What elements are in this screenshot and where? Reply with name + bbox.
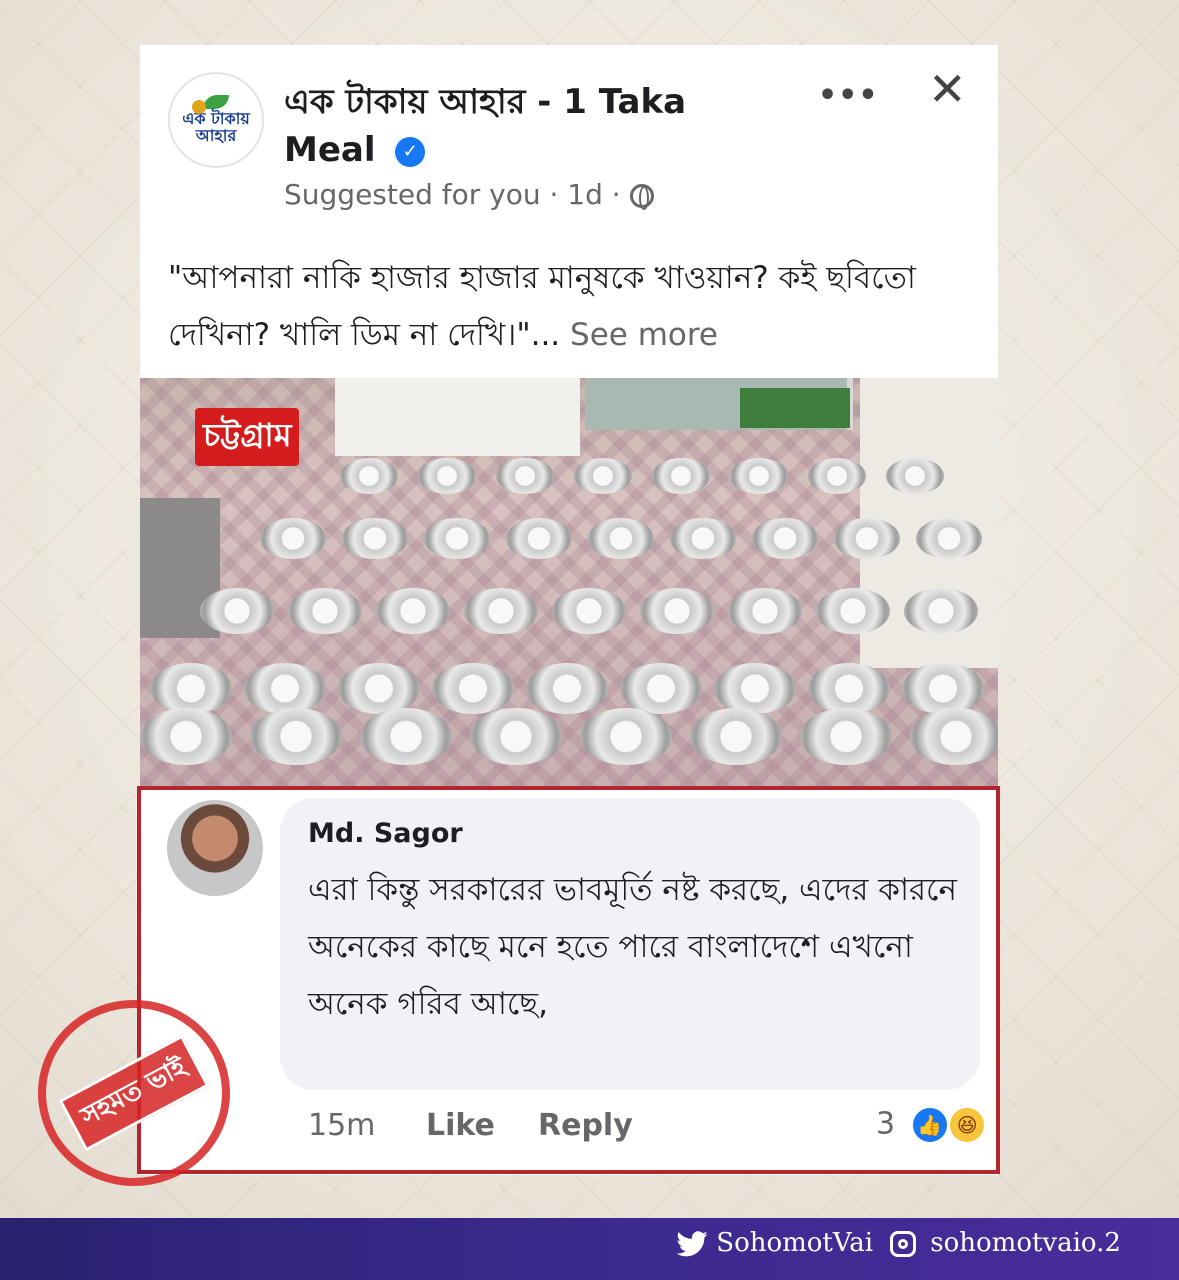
page-name[interactable]: এক টাকায় আহার - 1 Taka Meal ✓ — [284, 78, 744, 174]
post-meta-text: Suggested for you · 1d · — [284, 178, 621, 211]
twitter-icon — [676, 1231, 708, 1257]
footer-twitter[interactable]: SohomotVai — [676, 1228, 873, 1258]
photo-location-label: চট্টগ্রাম — [195, 408, 300, 466]
food-plate — [244, 663, 326, 714]
food-plate — [752, 518, 818, 559]
food-plate — [418, 458, 476, 494]
reaction-count: 3 — [876, 1106, 896, 1142]
instagram-handle: sohomotvaio.2 — [930, 1228, 1121, 1258]
haha-reaction-icon: 😆 — [948, 1106, 987, 1144]
food-plate — [376, 588, 450, 634]
food-plate — [464, 588, 538, 634]
food-plate — [552, 588, 626, 634]
like-reaction-icon: 👍 — [910, 1106, 949, 1144]
commenter-name[interactable]: Md. Sagor — [308, 818, 463, 849]
post-text: "আপনারা নাকি হাজার হাজার মানুষকে খাওয়ান… — [168, 250, 983, 364]
food-plate — [526, 663, 608, 714]
food-plate — [260, 518, 326, 559]
food-plate — [200, 588, 274, 634]
avatar-logo-text: এক টাকায় আহার — [182, 109, 250, 145]
food-plate — [902, 663, 984, 714]
food-plate — [652, 458, 710, 494]
food-plate — [496, 458, 554, 494]
food-plate — [670, 518, 736, 559]
food-plate — [470, 708, 562, 765]
food-plate — [424, 518, 490, 559]
food-plate — [834, 518, 900, 559]
photo-green-panel — [740, 388, 850, 428]
close-icon[interactable]: ✕ — [928, 62, 967, 116]
commenter-avatar[interactable] — [167, 800, 263, 896]
food-plate — [904, 588, 978, 634]
food-plate — [588, 518, 654, 559]
food-plate — [250, 708, 342, 765]
food-plate — [730, 458, 788, 494]
more-options-icon[interactable]: ••• — [818, 78, 879, 113]
food-plate — [580, 708, 672, 765]
food-plate — [714, 663, 796, 714]
logo-leaf — [203, 95, 229, 110]
food-plate — [690, 708, 782, 765]
twitter-handle: SohomotVai — [716, 1228, 874, 1258]
food-plate — [886, 458, 944, 494]
food-plate — [338, 663, 420, 714]
see-more-link[interactable]: See more — [570, 317, 718, 353]
food-plate — [150, 663, 232, 714]
food-plate — [360, 708, 452, 765]
food-plate — [342, 518, 408, 559]
comment-text: এরা কিন্তু সরকারের ভাবমূর্তি নষ্ট করছে, … — [308, 872, 957, 1022]
photo-banner — [335, 378, 580, 456]
logo-dot — [192, 100, 206, 114]
food-plate — [506, 518, 572, 559]
food-plate — [620, 663, 702, 714]
globe-icon — [629, 184, 654, 210]
food-plate — [574, 458, 632, 494]
like-button[interactable]: Like — [426, 1108, 495, 1143]
watermark-stamp: সহমত ভাই — [38, 1000, 230, 1186]
page-avatar[interactable]: এক টাকায় আহার — [168, 72, 264, 168]
food-plate — [910, 708, 998, 765]
comment-time[interactable]: 15m — [308, 1108, 375, 1143]
page-name-text[interactable]: এক টাকায় আহার - 1 Taka Meal — [284, 82, 686, 170]
reactions-summary[interactable]: 3 👍 😆 — [876, 1106, 987, 1144]
post-body: "আপনারা নাকি হাজার হাজার মানুষকে খাওয়ান… — [168, 260, 916, 353]
food-plate — [288, 588, 362, 634]
food-plate — [728, 588, 802, 634]
food-plate — [916, 518, 982, 559]
food-plate — [816, 588, 890, 634]
food-plate — [800, 708, 892, 765]
post-meta: Suggested for you · 1d · — [284, 178, 654, 211]
reply-button[interactable]: Reply — [538, 1108, 633, 1143]
food-plate — [808, 458, 866, 494]
food-plate — [640, 588, 714, 634]
verified-badge-icon: ✓ — [395, 136, 426, 167]
food-plate — [808, 663, 890, 714]
post-photo[interactable]: চট্টগ্রাম — [140, 378, 998, 786]
food-plate — [140, 708, 232, 765]
stamp-text: সহমত ভাই — [58, 1034, 210, 1152]
footer-instagram[interactable]: sohomotvaio.2 — [890, 1228, 1121, 1258]
food-plate — [340, 458, 398, 494]
food-plate — [432, 663, 514, 714]
instagram-icon — [890, 1231, 916, 1257]
